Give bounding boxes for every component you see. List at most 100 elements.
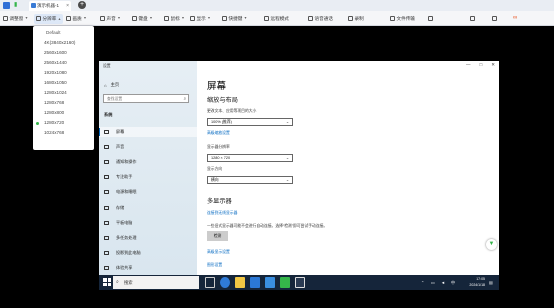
toolbar-chat-button[interactable] [428, 11, 433, 26]
notification-center-icon[interactable]: ▤ [489, 280, 493, 285]
task-view-icon[interactable] [205, 277, 215, 288]
sound-icon [100, 16, 105, 21]
toolbar-keyboard-button[interactable]: 键盘 ▼ [132, 11, 153, 26]
file-transfer-icon [390, 16, 395, 21]
toolbar-record-button[interactable]: 录制 [348, 11, 364, 26]
store-icon[interactable] [250, 277, 260, 288]
detect-description: 一些旧式显示器可能不会进行自动连接。选择“检测”即可尝试手动连接。 [207, 224, 328, 228]
quality-icon [66, 16, 71, 21]
resolution-option[interactable]: 1280x1024 [33, 88, 94, 98]
network-icon[interactable]: ▭ [431, 280, 435, 285]
toolbar-sound-button[interactable]: 声音 ▼ [100, 11, 121, 26]
sidebar-item-sound[interactable]: 声音 [99, 142, 197, 152]
toolbar-quality-button[interactable]: 画质 ▼ [66, 11, 87, 26]
sidebar-item-display[interactable]: 屏幕 [99, 127, 197, 137]
monitor-icon[interactable] [3, 2, 10, 9]
wireless-display-link[interactable]: 连接到无线显示器 [207, 211, 237, 216]
remote-toolbar: 调整窗 ▼ 分辨率 ▲ 画质 ▼ 声音 ▼ 键盘 ▼ 鼠标 ▼ 显示 ▼ 快捷键 ▼ 远程模式 … [0, 11, 554, 26]
tray-chevron-icon[interactable]: ⌃ [421, 280, 424, 285]
settings-sidebar: 设置 ⌂ 主页 查找设置 ⌕ 系统 屏幕 声音 通知和操作 专注助手 电源和睡眠… [99, 61, 197, 275]
project-icon [104, 251, 109, 255]
resolution-option[interactable]: 1280x800 [33, 108, 94, 118]
clock[interactable]: 17:05 2024/1/18 [469, 276, 485, 288]
display-icon [104, 130, 109, 134]
graphics-settings-link[interactable]: 图形设置 [207, 263, 222, 268]
sidebar-item-project[interactable]: 投影到此电脑 [99, 248, 197, 258]
multi-display-heading: 多显示器 [207, 198, 232, 205]
advanced-display-link[interactable]: 高级显示设置 [207, 250, 230, 255]
toolbar-mouse-button[interactable]: 鼠标 ▼ [164, 11, 185, 26]
home-nav-item[interactable]: ⌂ 主页 [104, 82, 119, 88]
sidebar-item-tablet[interactable]: 平板电脑 [99, 218, 197, 228]
resolution-option[interactable]: 1280x768 [33, 98, 94, 108]
sidebar-item-power[interactable]: 电源和睡眠 [99, 187, 197, 197]
session-tab-title: 演示机器-1 [37, 3, 60, 8]
settings-content: 屏幕 缩放与布局 更改文本、应用等项目的大小 100% (推荐) ⌄ 高级缩放设… [207, 61, 499, 275]
remote-taskbar: ⌕ 搜索 ⌃ ▭ ◄ 中 17:05 2024/1/18 ▤ [99, 275, 499, 290]
windows-start-icon[interactable] [103, 278, 111, 286]
sidebar-item-shared[interactable]: 体验共享 [99, 263, 197, 273]
resolution-option[interactable]: 2560x1440 [33, 58, 94, 68]
resolution-option[interactable]: 4K(3840x2160) [33, 38, 94, 48]
sidebar-item-storage[interactable]: 存储 [99, 203, 197, 213]
resolution-option[interactable]: 2560x1600 [33, 48, 94, 58]
resolution-option[interactable]: 1680x1050 [33, 78, 94, 88]
mail-icon[interactable] [265, 277, 275, 288]
resolution-dropdown[interactable]: 1280 × 720 ⌄ [207, 154, 293, 162]
remote-mode-icon [264, 16, 269, 21]
remote-app-icon[interactable] [280, 277, 290, 288]
orientation-dropdown[interactable]: 横向 ⌄ [207, 176, 293, 184]
ime-icon[interactable]: 中 [451, 280, 455, 286]
close-tab-icon[interactable]: × [66, 1, 69, 11]
chevron-down-icon: ▼ [24, 16, 29, 20]
detect-button[interactable]: 检测 [207, 231, 228, 241]
sidebar-item-multitasking[interactable]: 多任务处理 [99, 233, 197, 243]
session-tab[interactable]: 演示机器-1 × [29, 1, 71, 11]
settings-icon[interactable] [295, 277, 305, 288]
edge-browser-icon[interactable] [220, 277, 230, 288]
notification-icon [104, 160, 109, 164]
sidebar-item-focus-assist[interactable]: 专注助手 [99, 172, 197, 182]
add-tab-button[interactable]: + [78, 1, 86, 9]
scale-dropdown[interactable]: 100% (推荐) ⌄ [207, 118, 293, 126]
resolution-option[interactable]: 1920x1080 [33, 68, 94, 78]
toolbar-voice-call-button[interactable]: 语音通话 [308, 11, 333, 26]
remote-assist-float-icon[interactable]: ▼ [486, 239, 497, 250]
resolution-icon [36, 16, 41, 21]
toolbar-remote-mode-button[interactable]: 远程模式 [264, 11, 289, 26]
resolution-option[interactable]: 1024x768 [33, 128, 94, 138]
chevron-down-icon: ▼ [207, 16, 211, 20]
resolution-option-default[interactable]: Default [33, 28, 94, 38]
toolbar-file-transfer-button[interactable]: 文件传输 [390, 11, 415, 26]
toolbar-display-button[interactable]: 显示 ▼ [190, 11, 211, 26]
toolbar-window-button[interactable]: 调整窗 ▼ [3, 11, 28, 26]
advanced-scale-link[interactable]: 高级缩放设置 [207, 131, 230, 136]
moon-icon [104, 175, 109, 179]
toolbar-copy-button[interactable] [470, 11, 475, 26]
home-icon: ⌂ [104, 82, 107, 88]
sound-icon [104, 145, 109, 149]
toolbar-shortcut-button[interactable]: 快捷键 ▼ [222, 11, 247, 26]
settings-search-input[interactable]: 查找设置 ⌕ [103, 94, 189, 103]
volume-icon[interactable]: ◄ [441, 280, 445, 285]
toolbar-link-button[interactable]: ∞ [513, 11, 517, 26]
toolbar-resolution-button[interactable]: 分辨率 ▲ [34, 13, 64, 24]
chat-icon [428, 16, 433, 21]
mouse-icon [164, 16, 169, 21]
display-icon [190, 16, 195, 21]
page-title: 屏幕 [207, 81, 227, 92]
multitask-icon [104, 236, 109, 240]
sidebar-item-notifications[interactable]: 通知和操作 [99, 157, 197, 167]
storage-icon [104, 206, 109, 210]
resolution-option-selected[interactable]: 1280x720 [33, 118, 94, 128]
chevron-up-icon: ▲ [57, 16, 62, 21]
toolbar-screen-button[interactable] [492, 11, 497, 26]
file-explorer-icon[interactable] [235, 277, 245, 288]
session-icon [31, 3, 36, 8]
voice-call-icon [308, 16, 313, 21]
scale-description: 更改文本、应用等项目的大小 [207, 109, 257, 113]
tab-bar: ▮ 演示机器-1 × + [0, 0, 554, 11]
taskbar-search[interactable]: ⌕ 搜索 [113, 276, 199, 289]
chevron-down-icon: ▼ [181, 16, 185, 20]
share-icon [104, 266, 109, 270]
